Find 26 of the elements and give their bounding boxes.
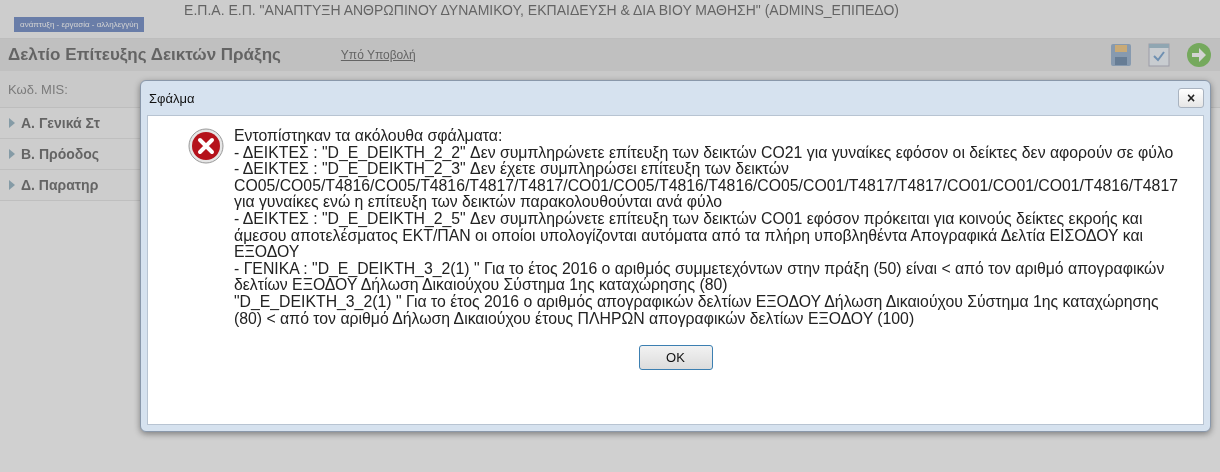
save-icon[interactable] [1110,43,1132,67]
status-link[interactable]: Υπό Υποβολή [340,48,416,62]
error-message-line: CO05/CO05/T4816/CO05/T4816/T4817/T4817/CO01/CO05/T4816/T4816/CO05/CO01/T4817/T4817/CO01/CO01/CO01/T4816/T4817 [234,177,1178,194]
mis-label: Κωδ. MIS: [8,81,68,97]
error-message-line: - ΓΕΝΙΚΑ : "D_E_DEIKTH_3_2(1) " Για το έτος 2016 ο αριθμός συμμετεχόντων στην πράξη (50) είναι < από τον αριθμό απογραφικών [234,260,1166,278]
error-message-line: "D_E_DEIKTH_3_2(1) " Για το έτος 2016 ο αριθμός απογραφικών δελτίων ΕΞΟΔΟΥ Δήλωση Δικαιούχου Σύστημα 1ης καταχώρησης [234,293,1160,311]
expand-arrow-icon [8,149,16,159]
checked-page-icon[interactable] [1148,43,1170,67]
error-message-line: - ΔΕΙΚΤΕΣ : "D_E_DEIKTH_2_3" Δεν έχετε συμπληρώσει επίτευξη των δεικτών [234,161,790,178]
error-message-line: - ΔΕΙΚΤΕΣ : "D_E_DEIKTH_2_2" Δεν συμπληρώνετε επίτευξη των δεικτών CO21 για γυναίκες εφόσον οι δείκτες δεν αφορούν σε φύλο [234,144,1175,162]
expand-arrow-icon [8,180,16,190]
expand-arrow-icon [8,118,16,128]
error-message-line: για γυναίκες ενώ η επίτευξη των δεικτών παρακολουθούνται ανά φύλο [234,194,723,211]
error-icon [188,128,224,164]
error-message-line: άμεσου αποτελέσματος ΕΚΤ/ΠΑΝ οι οποίοι υπολογίζονται αυτόματα από τα πλήρη υποβληθέντα Απογραφικά Δελτία ΕΙΣΟΔΟΥ και [234,227,1145,245]
ok-button[interactable]: OK [638,345,713,371]
error-message-line: - ΔΕΙΚΤΕΣ : "D_E_DEIKTH_2_5" Δεν συμπληρώνετε επίτευξη των δεικτών CO01 εφόσον πρόκειται για κοινούς δείκτες εκροής και [234,210,1144,228]
close-button[interactable]: × [1178,88,1204,108]
dialog-title: Σφάλμα [149,90,195,106]
error-message-line: Εντοπίστηκαν τα ακόλουθα σφάλματα: [234,128,504,145]
error-message-line: δελτίων ΕΞΟΔΟΥ Δήλωση Δικαιούχου Σύστημα 1ης καταχώρησης (80) [234,277,728,294]
page-title: Δελτίο Επίτευξης Δεικτών Πράξης [8,45,281,65]
error-message-line: (80) < από τον αριθμό Δήλωση Δικαιούχου έτους ΠΛΗΡΩΝ απογραφικών δελτίων ΕΞΟΔΟΥ (100) [234,310,915,328]
error-message-line: ΕΞΟΔΟΥ [234,244,300,261]
program-title: Ε.Π.Α. Ε.Π. "ΑΝΑΠΤΥΞΗ ΑΝΘΡΩΠΙΝΟΥ ΔΥΝΑΜΙΚΟΥ, ΕΚΠΑΙΔΕΥΣΗ & ΔΙΑ ΒΙΟΥ ΜΑΘΗΣΗ" (ADMINS_ΕΠΙΠΕΔΟ) [184,2,899,18]
logo-tagline: ανάπτυξη - εργασία - αλληλεγγύη [14,17,145,32]
